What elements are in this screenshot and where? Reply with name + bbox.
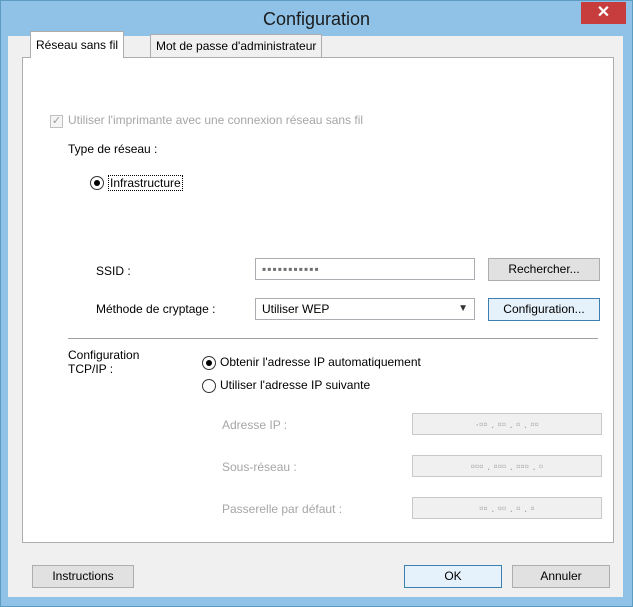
ssid-label: SSID : — [96, 264, 131, 278]
chevron-down-icon: ▼ — [458, 303, 468, 314]
section-divider — [68, 338, 598, 339]
tab-reseau-sans-fil[interactable]: Réseau sans fil — [30, 31, 125, 58]
gateway-field[interactable]: ▫▫ . ▫▫ . ▫ . ▫ — [412, 497, 602, 519]
close-button[interactable]: ✕ — [581, 2, 626, 24]
tcpip-label-line2: TCP/IP : — [68, 362, 114, 376]
subnet-label: Sous-réseau : — [222, 460, 297, 474]
tab-mot-de-passe-administrateur[interactable]: Mot de passe d'administrateur — [150, 34, 323, 57]
gateway-label: Passerelle par défaut : — [222, 502, 343, 516]
manual-ip-radio[interactable] — [202, 379, 216, 393]
search-button[interactable]: Rechercher... — [488, 258, 600, 281]
ip-address-field[interactable]: ·▫▫ . ▫▫ . ▫ . ▫▫ — [412, 413, 602, 435]
encryption-value: Utiliser WEP — [262, 302, 330, 316]
manual-ip-label: Utiliser l'adresse IP suivante — [220, 378, 371, 392]
ok-button[interactable]: OK — [404, 565, 502, 588]
window-title: Configuration — [262, 9, 371, 29]
encryption-select[interactable]: Utiliser WEP ▼ — [255, 298, 475, 320]
ip-address-label: Adresse IP : — [222, 418, 288, 432]
use-wireless-label: Utiliser l'imprimante avec une connexion… — [68, 113, 364, 127]
auto-ip-label: Obtenir l'adresse IP automatiquement — [220, 355, 421, 369]
encryption-label: Méthode de cryptage : — [96, 302, 216, 316]
infrastructure-label: Infrastructure — [108, 175, 183, 191]
infrastructure-radio[interactable] — [90, 176, 104, 190]
encryption-config-button[interactable]: Configuration... — [488, 298, 600, 321]
network-type-label: Type de réseau : — [68, 142, 158, 156]
use-wireless-checkbox[interactable]: ✓ — [50, 115, 63, 128]
auto-ip-radio[interactable] — [202, 356, 216, 370]
instructions-button[interactable]: Instructions — [32, 565, 134, 588]
cancel-button[interactable]: Annuler — [512, 565, 610, 588]
ssid-field[interactable]: ▪▪▪▪▪▪▪▪▪▪▪ — [255, 258, 475, 280]
tcpip-label-line1: Configuration — [68, 348, 140, 362]
subnet-field[interactable]: ▫▫▫ . ▫▫▫ . ▫▫▫ . ▫ — [412, 455, 602, 477]
